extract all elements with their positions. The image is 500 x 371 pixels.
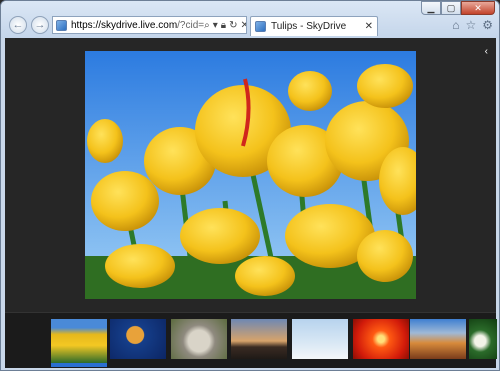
- forward-arrow-icon: →: [34, 19, 46, 31]
- thumbnail-lighthouse[interactable]: [231, 319, 287, 359]
- search-icon[interactable]: ⌕: [204, 20, 210, 31]
- browser-window: ▁ ▢ ✕ ← → https://skydrive.live.com /?ci…: [0, 0, 500, 371]
- window-caption-buttons: ▁ ▢ ✕: [421, 1, 495, 15]
- browser-tools: ⌂ ☆ ⚙: [452, 18, 493, 32]
- minimize-button[interactable]: ▁: [421, 1, 441, 15]
- filmstrip: [5, 312, 497, 368]
- thumbnail-penguins[interactable]: [292, 319, 348, 359]
- forward-button[interactable]: →: [31, 16, 49, 34]
- photo-viewer: ‹: [5, 38, 496, 312]
- thumbnail-desert[interactable]: [410, 319, 466, 359]
- gear-icon[interactable]: ⚙: [482, 18, 493, 32]
- main-photo[interactable]: [85, 51, 416, 299]
- tab-title: Tulips - SkyDrive: [271, 21, 347, 32]
- tab-favicon-icon: [255, 21, 266, 32]
- address-bar-icons: ⌕ ▾ 🔒︎ ↻ ✕: [204, 20, 246, 31]
- tab-close-icon[interactable]: ✕: [365, 21, 373, 32]
- address-bar[interactable]: https://skydrive.live.com /?cid= ⌕ ▾ 🔒︎ …: [52, 16, 247, 34]
- thumbnail-hydrangeas[interactable]: [469, 319, 497, 359]
- star-icon[interactable]: ☆: [465, 18, 476, 32]
- url-host: https://skydrive.live.com: [71, 19, 178, 31]
- site-favicon-icon: [56, 19, 67, 31]
- browser-toolbar: ▁ ▢ ✕ ← → https://skydrive.live.com /?ci…: [1, 1, 499, 38]
- thumbnail-chrysanthemum[interactable]: [353, 319, 409, 359]
- stop-icon[interactable]: ✕: [240, 20, 246, 31]
- thumbnail-koala[interactable]: [171, 319, 227, 359]
- tulips-photo: [85, 51, 416, 299]
- back-arrow-icon: ←: [12, 19, 24, 31]
- lock-icon[interactable]: 🔒︎: [221, 20, 226, 31]
- collapse-panel-icon[interactable]: ‹: [485, 46, 488, 57]
- refresh-icon[interactable]: ↻: [229, 20, 237, 31]
- thumbnail-jellyfish[interactable]: [110, 319, 166, 359]
- thumbnail-tulips[interactable]: [51, 319, 107, 367]
- tab-skydrive[interactable]: Tulips - SkyDrive ✕: [250, 16, 378, 36]
- close-window-button[interactable]: ✕: [461, 1, 495, 15]
- maximize-button[interactable]: ▢: [441, 1, 461, 15]
- dropdown-icon[interactable]: ▾: [213, 20, 218, 31]
- back-button[interactable]: ←: [9, 16, 27, 34]
- url-path: /?cid=: [177, 19, 205, 31]
- home-icon[interactable]: ⌂: [452, 18, 459, 32]
